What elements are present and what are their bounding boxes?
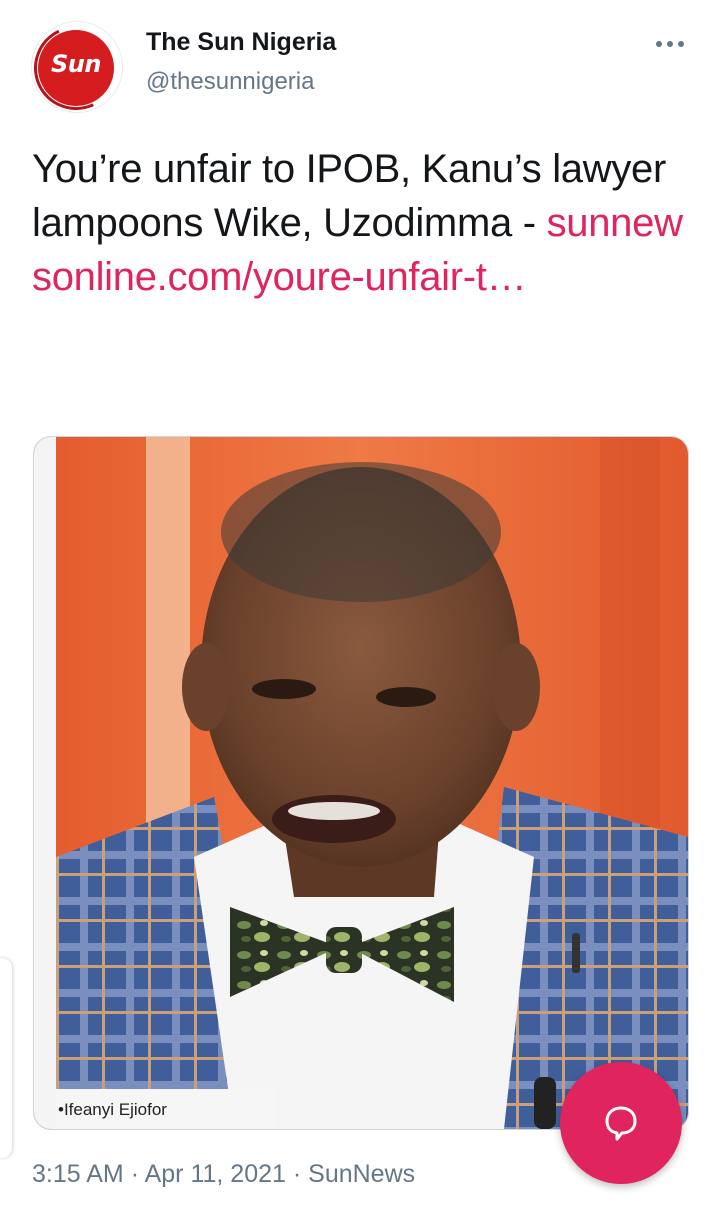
meta-separator: ·	[292, 1160, 302, 1188]
reply-fab-button[interactable]	[560, 1062, 682, 1184]
tweet-source[interactable]: SunNews	[308, 1160, 415, 1188]
avatar-logo-text: Sun	[51, 50, 101, 78]
tweet-time: 3:15 AM	[32, 1160, 124, 1188]
tweet-meta: 3:15 AM · Apr 11, 2021 · SunNews	[32, 1160, 415, 1189]
author-display-name[interactable]: The Sun Nigeria	[146, 28, 336, 57]
meta-separator: ·	[130, 1160, 140, 1188]
photo-caption-text: •Ifeanyi Ejiofor	[58, 1100, 167, 1119]
author-avatar[interactable]: Sun	[32, 22, 122, 112]
photo-illustration	[34, 437, 688, 1129]
tweet-date: Apr 11, 2021	[144, 1160, 286, 1188]
tweet-detail-page: Sun The Sun Nigeria @thesunnigeria You’r…	[0, 0, 720, 1217]
reply-bubble-icon	[605, 1106, 637, 1141]
drawer-edge-handle[interactable]	[0, 958, 12, 1158]
photo-caption: •Ifeanyi Ejiofor	[58, 1100, 167, 1120]
tweet-text: You’re unfair to IPOB, Kanu’s lawyer lam…	[32, 142, 692, 304]
more-dots-icon[interactable]	[652, 30, 688, 58]
author-handle[interactable]: @thesunnigeria	[146, 68, 314, 96]
tweet-media-photo[interactable]	[33, 436, 689, 1130]
